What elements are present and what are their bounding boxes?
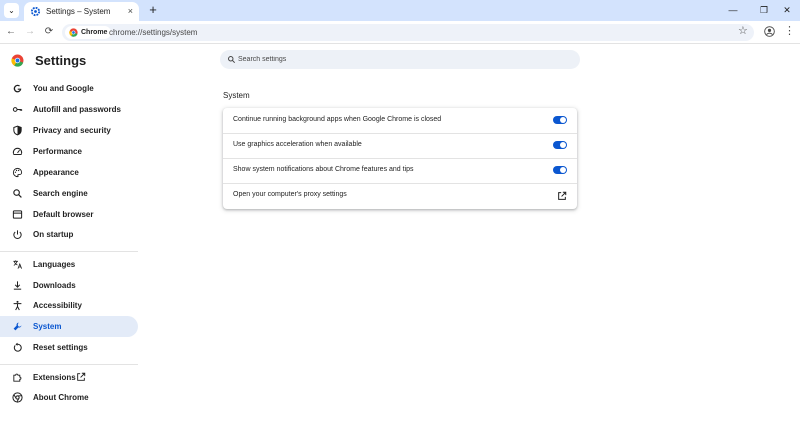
graphics-acceleration-toggle[interactable] [553,141,567,149]
sidebar-item-extensions[interactable]: Extensions [0,367,138,388]
settings-title: Settings [35,53,87,68]
forward-button[interactable]: → [23,25,37,39]
system-notifications-toggle[interactable] [553,166,567,174]
browser-toolbar: ← → ⟳ Chrome chrome://settings/system ☆ … [0,21,800,44]
sidebar-item-appearance[interactable]: Appearance [0,162,138,183]
sidebar-item-you-and-google[interactable]: You and Google [0,78,138,99]
toggle-knob [560,142,566,148]
system-settings-card: Continue running background apps when Go… [223,108,577,209]
close-window-button[interactable]: ✕ [778,2,796,18]
new-tab-button[interactable]: + [146,2,160,18]
speedometer-icon [12,147,23,155]
maximize-button[interactable]: ❐ [755,2,773,18]
site-chip-label: Chrome [81,29,108,36]
chrome-logo-icon [12,392,23,403]
chrome-logo-icon [69,28,78,37]
accessibility-icon [13,300,22,311]
sidebar-item-autofill-and-passwords[interactable]: Autofill and passwords [0,99,138,120]
shield-icon [13,125,22,136]
sidebar-item-accessibility[interactable]: Accessibility [0,295,138,316]
sidebar-divider [0,251,138,252]
tab-settings-system[interactable]: Settings – System × [24,2,139,21]
download-icon [13,281,22,290]
sidebar-item-privacy-and-security[interactable]: Privacy and security [0,120,138,141]
tab-search-button[interactable]: ⌄ [4,3,19,18]
sidebar-divider [0,364,138,365]
settings-gear-icon [30,6,41,17]
site-info-chip[interactable]: Chrome [65,26,112,39]
setting-row-background-apps[interactable]: Continue running background apps when Go… [223,108,577,133]
bookmark-star-icon[interactable]: ☆ [738,24,748,38]
settings-search[interactable] [220,50,580,69]
puzzle-icon [13,373,22,382]
address-bar[interactable]: Chrome chrome://settings/system [62,24,754,41]
search-icon [228,56,236,64]
search-icon [13,189,22,198]
reload-button[interactable]: ⟳ [42,25,56,39]
palette-icon [12,167,23,178]
setting-row-graphics-acceleration[interactable]: Use graphics acceleration when available [223,133,577,158]
background-apps-toggle[interactable] [553,116,567,124]
wrench-icon [13,322,22,331]
open-in-new-icon[interactable] [557,191,567,201]
sidebar-item-on-startup[interactable]: On startup [0,224,138,245]
reset-icon [13,342,22,352]
section-title-system: System [223,91,250,100]
setting-row-proxy-settings[interactable]: Open your computer's proxy settings [223,183,577,208]
chrome-logo-icon [11,54,24,67]
browser-window-icon [12,210,23,219]
toggle-knob [560,117,566,123]
sidebar-item-search-engine[interactable]: Search engine [0,183,138,204]
profile-avatar-icon[interactable] [764,26,775,37]
power-icon [13,230,22,240]
sidebar-item-default-browser[interactable]: Default browser [0,204,138,225]
minimize-button[interactable]: — [724,2,742,18]
google-g-icon [13,84,22,93]
tab-close-icon[interactable]: × [128,5,133,17]
open-in-new-icon [77,372,86,381]
setting-row-system-notifications[interactable]: Show system notifications about Chrome f… [223,158,577,183]
chrome-menu-icon[interactable]: ⋮ [784,23,795,39]
tab-title: Settings – System [46,7,111,16]
url-text: chrome://settings/system [109,28,198,37]
tab-strip: ⌄ Settings – System × + — ❐ ✕ [0,0,800,21]
sidebar-item-performance[interactable]: Performance [0,141,138,162]
sidebar-item-languages[interactable]: Languages [0,254,138,275]
sidebar-item-about-chrome[interactable]: About Chrome [0,387,138,408]
key-icon [12,107,23,112]
sidebar-item-downloads[interactable]: Downloads [0,275,138,296]
back-button[interactable]: ← [4,25,18,39]
sidebar-item-reset-settings[interactable]: Reset settings [0,337,138,358]
toggle-knob [560,167,566,173]
search-input[interactable] [238,51,568,68]
translate-icon [13,260,23,269]
sidebar-item-system[interactable]: System [0,316,138,337]
